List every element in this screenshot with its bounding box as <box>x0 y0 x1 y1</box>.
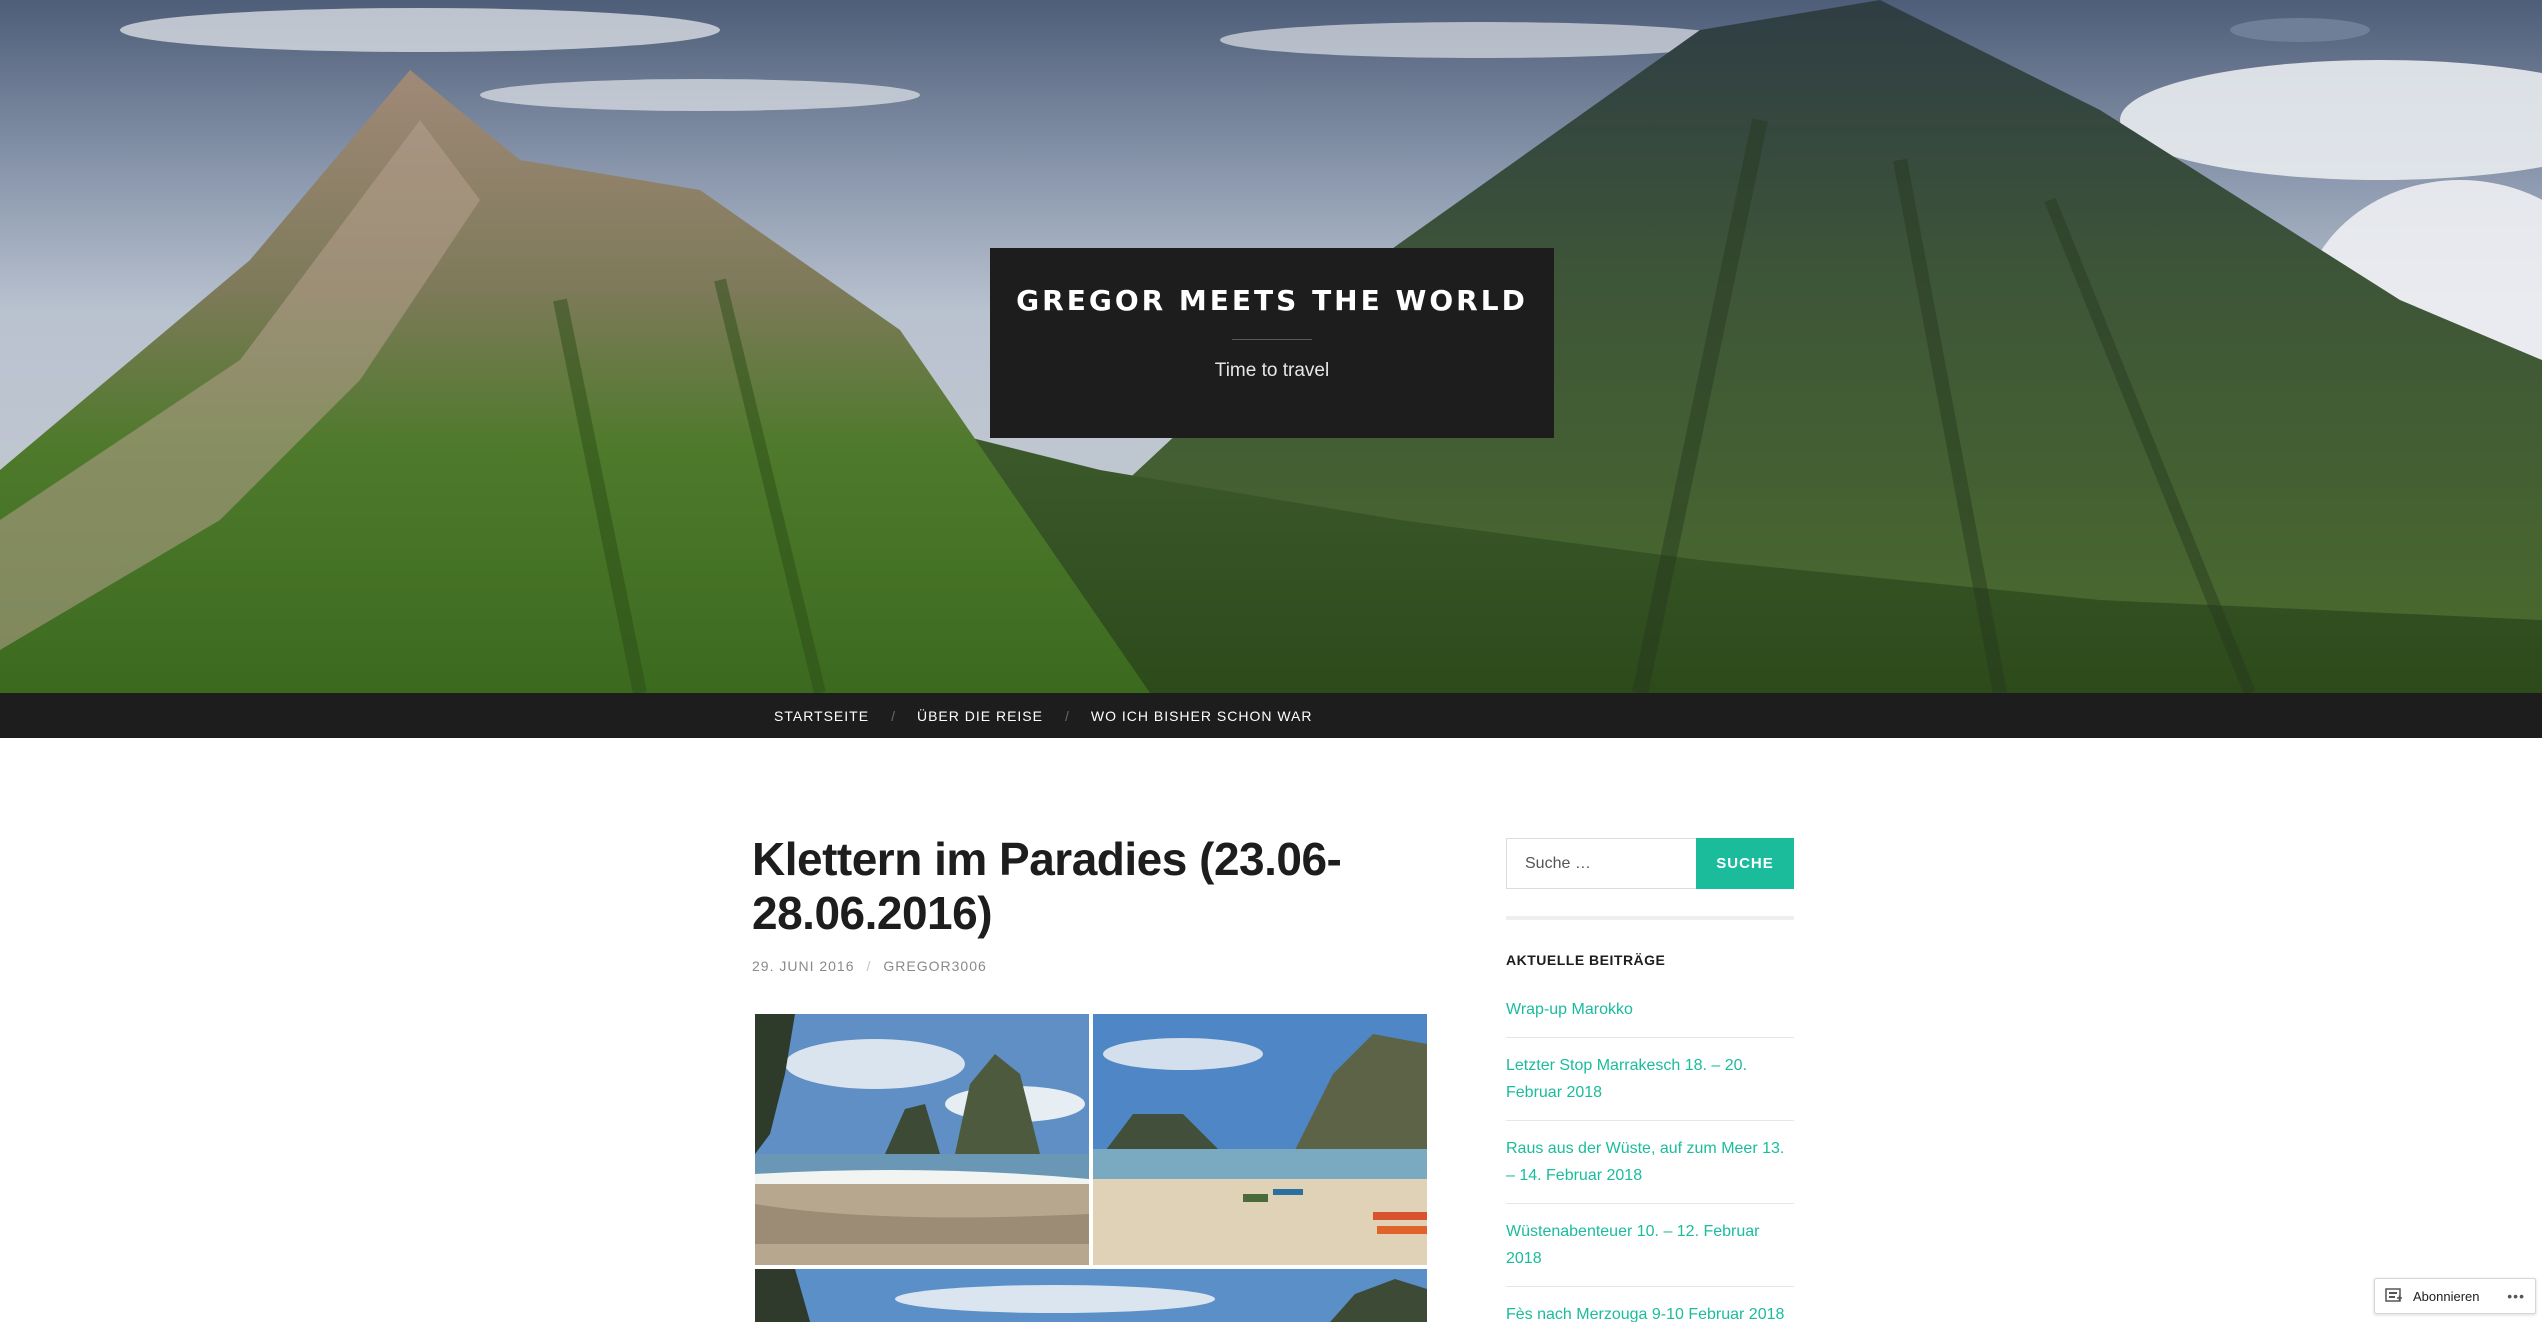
more-icon[interactable]: ••• <box>2507 1288 2525 1304</box>
site-tagline: Time to travel <box>1214 360 1330 381</box>
post-gallery <box>755 1014 1427 1322</box>
cliff-panorama-photo[interactable] <box>755 1269 1427 1322</box>
beach-rock-photo[interactable] <box>755 1014 1089 1265</box>
nav-separator: / <box>1064 707 1069 724</box>
post-title[interactable]: Klettern im Paradies (23.06-28.06.2016) <box>752 832 1428 940</box>
site-title[interactable]: GREGOR MEETS THE WORLD <box>990 284 1554 317</box>
nav-list: STARTSEITE / ÜBER DIE REISE / WO ICH BIS… <box>774 693 1312 738</box>
beach-kayaks-photo[interactable] <box>1093 1014 1427 1265</box>
follow-button[interactable]: Abonnieren <box>2413 1289 2480 1304</box>
search-input[interactable] <box>1506 838 1696 889</box>
nav-item-startseite[interactable]: STARTSEITE <box>774 708 869 724</box>
list-item: Fès nach Merzouga 9-10 Februar 2018 <box>1506 1301 1794 1322</box>
nav-item-ueber-die-reise[interactable]: ÜBER DIE REISE <box>917 708 1043 724</box>
recent-post-link[interactable]: Raus aus der Wüste, auf zum Meer 13. – 1… <box>1506 1140 1784 1184</box>
list-item: Letzter Stop Marrakesch 18. – 20. Februa… <box>1506 1052 1794 1121</box>
list-item: Wrap-up Marokko <box>1506 996 1794 1038</box>
recent-posts-list: Wrap-up Marokko Letzter Stop Marrakesch … <box>1506 996 1794 1322</box>
post-meta: 29. JUNI 2016 / GREGOR3006 <box>752 958 1428 974</box>
recent-post-link[interactable]: Wrap-up Marokko <box>1506 1001 1633 1018</box>
search-form: SUCHE <box>1506 838 1794 889</box>
site-title-box: GREGOR MEETS THE WORLD Time to travel <box>990 248 1554 438</box>
list-item: Wüstenabenteuer 10. – 12. Februar 2018 <box>1506 1218 1794 1287</box>
nav-item-wo-ich-bisher-schon-war[interactable]: WO ICH BISHER SCHON WAR <box>1091 708 1313 724</box>
follow-widget: Abonnieren ••• <box>2374 1278 2536 1314</box>
widget-divider <box>1506 916 1794 920</box>
post-author[interactable]: GREGOR3006 <box>883 958 986 974</box>
recent-posts-title: AKTUELLE BEITRÄGE <box>1506 952 1666 968</box>
main-navigation: STARTSEITE / ÜBER DIE REISE / WO ICH BIS… <box>0 693 2542 738</box>
post-date[interactable]: 29. JUNI 2016 <box>752 958 855 974</box>
recent-post-link[interactable]: Letzter Stop Marrakesch 18. – 20. Februa… <box>1506 1057 1747 1101</box>
follow-icon[interactable] <box>2385 1288 2403 1304</box>
recent-post-link[interactable]: Fès nach Merzouga 9-10 Februar 2018 <box>1506 1306 1784 1322</box>
sidebar: SUCHE AKTUELLE BEITRÄGE Wrap-up Marokko … <box>1506 838 1794 1322</box>
meta-separator: / <box>866 958 872 974</box>
title-divider <box>1232 339 1312 340</box>
header-hero: GREGOR MEETS THE WORLD Time to travel <box>0 0 2542 693</box>
recent-post-link[interactable]: Wüstenabenteuer 10. – 12. Februar 2018 <box>1506 1223 1760 1267</box>
post: Klettern im Paradies (23.06-28.06.2016) … <box>752 832 1428 974</box>
search-button[interactable]: SUCHE <box>1696 838 1794 889</box>
list-item: Raus aus der Wüste, auf zum Meer 13. – 1… <box>1506 1135 1794 1204</box>
nav-separator: / <box>891 707 895 724</box>
